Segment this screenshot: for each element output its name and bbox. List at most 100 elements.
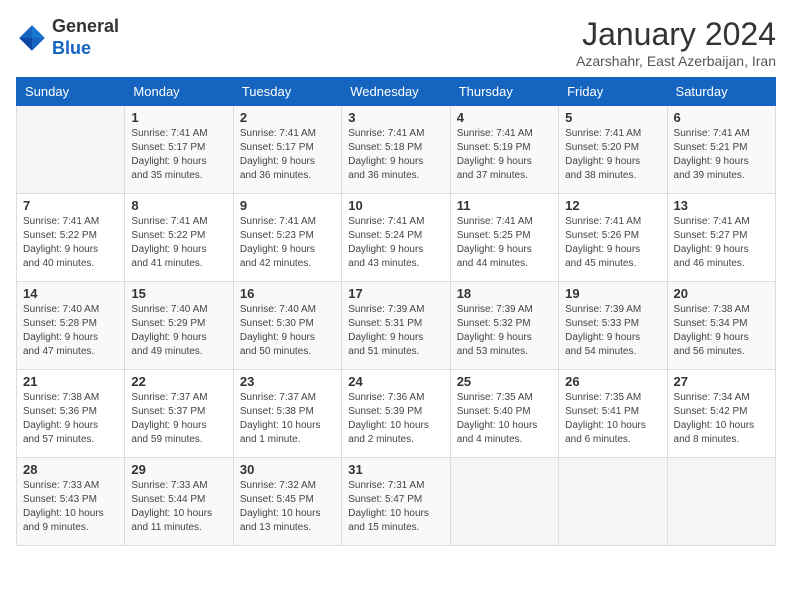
calendar-cell [17, 106, 125, 194]
calendar-cell: 6 Sunrise: 7:41 AMSunset: 5:21 PMDaylight… [667, 106, 775, 194]
calendar-cell [667, 458, 775, 546]
calendar-cell: 8 Sunrise: 7:41 AMSunset: 5:22 PMDaylight… [125, 194, 233, 282]
calendar-cell: 7 Sunrise: 7:41 AMSunset: 5:22 PMDaylight… [17, 194, 125, 282]
calendar-cell: 22 Sunrise: 7:37 AMSunset: 5:37 PMDayligh… [125, 370, 233, 458]
day-info: Sunrise: 7:41 AMSunset: 5:21 PMDaylight:… [674, 127, 769, 183]
day-info: Sunrise: 7:41 AMSunset: 5:23 PMDaylight:… [240, 215, 335, 271]
day-info: Sunrise: 7:40 AMSunset: 5:29 PMDaylight:… [131, 303, 226, 359]
day-info: Sunrise: 7:39 AMSunset: 5:33 PMDaylight:… [565, 303, 660, 359]
logo-icon [16, 22, 48, 54]
calendar-cell: 4 Sunrise: 7:41 AMSunset: 5:19 PMDaylight… [450, 106, 558, 194]
day-info: Sunrise: 7:41 AMSunset: 5:26 PMDaylight:… [565, 215, 660, 271]
day-info: Sunrise: 7:41 AMSunset: 5:22 PMDaylight:… [131, 215, 226, 271]
calendar-cell: 5 Sunrise: 7:41 AMSunset: 5:20 PMDaylight… [559, 106, 667, 194]
col-header-thursday: Thursday [450, 78, 558, 106]
calendar-cell: 3 Sunrise: 7:41 AMSunset: 5:18 PMDaylight… [342, 106, 450, 194]
day-info: Sunrise: 7:41 AMSunset: 5:22 PMDaylight:… [23, 215, 118, 271]
day-number: 5 [565, 110, 660, 125]
day-info: Sunrise: 7:37 AMSunset: 5:37 PMDaylight:… [131, 391, 226, 447]
day-info: Sunrise: 7:33 AMSunset: 5:44 PMDaylight:… [131, 479, 226, 535]
calendar-cell [559, 458, 667, 546]
col-header-monday: Monday [125, 78, 233, 106]
calendar-cell: 28 Sunrise: 7:33 AMSunset: 5:43 PMDayligh… [17, 458, 125, 546]
calendar-cell: 26 Sunrise: 7:35 AMSunset: 5:41 PMDayligh… [559, 370, 667, 458]
day-number: 2 [240, 110, 335, 125]
calendar-cell: 1Sunrise: 7:41 AMSunset: 5:17 PMDaylight… [125, 106, 233, 194]
calendar-cell: 25 Sunrise: 7:35 AMSunset: 5:40 PMDayligh… [450, 370, 558, 458]
calendar-cell: 9 Sunrise: 7:41 AMSunset: 5:23 PMDaylight… [233, 194, 341, 282]
day-number: 8 [131, 198, 226, 213]
day-number: 28 [23, 462, 118, 477]
day-number: 6 [674, 110, 769, 125]
day-info: Sunrise: 7:39 AMSunset: 5:32 PMDaylight:… [457, 303, 552, 359]
page-header: General Blue January 2024 Azarshahr, Eas… [16, 16, 776, 69]
day-number: 7 [23, 198, 118, 213]
day-info: Sunrise: 7:36 AMSunset: 5:39 PMDaylight:… [348, 391, 443, 447]
day-number: 1 [131, 110, 226, 125]
day-info: Sunrise: 7:41 AMSunset: 5:18 PMDaylight:… [348, 127, 443, 183]
day-info: Sunrise: 7:32 AMSunset: 5:45 PMDaylight:… [240, 479, 335, 535]
day-info: Sunrise: 7:40 AMSunset: 5:28 PMDaylight:… [23, 303, 118, 359]
day-number: 16 [240, 286, 335, 301]
day-number: 27 [674, 374, 769, 389]
calendar-cell: 18 Sunrise: 7:39 AMSunset: 5:32 PMDayligh… [450, 282, 558, 370]
day-number: 13 [674, 198, 769, 213]
day-info: Sunrise: 7:35 AMSunset: 5:40 PMDaylight:… [457, 391, 552, 447]
day-info: Sunrise: 7:41 AMSunset: 5:19 PMDaylight:… [457, 127, 552, 183]
day-number: 18 [457, 286, 552, 301]
day-number: 17 [348, 286, 443, 301]
day-info: Sunrise: 7:41 AMSunset: 5:17 PMDaylight:… [240, 127, 335, 183]
day-info: Sunrise: 7:41 AMSunset: 5:20 PMDaylight:… [565, 127, 660, 183]
calendar-cell: 13 Sunrise: 7:41 AMSunset: 5:27 PMDayligh… [667, 194, 775, 282]
calendar-cell: 17 Sunrise: 7:39 AMSunset: 5:31 PMDayligh… [342, 282, 450, 370]
day-number: 29 [131, 462, 226, 477]
day-number: 20 [674, 286, 769, 301]
calendar-cell: 21Sunrise: 7:38 AMSunset: 5:36 PMDayligh… [17, 370, 125, 458]
day-number: 3 [348, 110, 443, 125]
calendar-cell: 30Sunrise: 7:32 AMSunset: 5:45 PMDayligh… [233, 458, 341, 546]
calendar-cell: 31Sunrise: 7:31 AMSunset: 5:47 PMDayligh… [342, 458, 450, 546]
col-header-tuesday: Tuesday [233, 78, 341, 106]
calendar-cell: 29 Sunrise: 7:33 AMSunset: 5:44 PMDayligh… [125, 458, 233, 546]
day-number: 4 [457, 110, 552, 125]
day-number: 25 [457, 374, 552, 389]
calendar-cell: 24 Sunrise: 7:36 AMSunset: 5:39 PMDayligh… [342, 370, 450, 458]
day-info: Sunrise: 7:31 AMSunset: 5:47 PMDaylight:… [348, 479, 443, 535]
day-info: Sunrise: 7:35 AMSunset: 5:41 PMDaylight:… [565, 391, 660, 447]
location-subtitle: Azarshahr, East Azerbaijan, Iran [576, 53, 776, 69]
col-header-saturday: Saturday [667, 78, 775, 106]
day-info: Sunrise: 7:41 AMSunset: 5:25 PMDaylight:… [457, 215, 552, 271]
day-info: Sunrise: 7:39 AMSunset: 5:31 PMDaylight:… [348, 303, 443, 359]
col-header-sunday: Sunday [17, 78, 125, 106]
day-info: Sunrise: 7:41 AMSunset: 5:27 PMDaylight:… [674, 215, 769, 271]
day-info: Sunrise: 7:34 AMSunset: 5:42 PMDaylight:… [674, 391, 769, 447]
day-number: 26 [565, 374, 660, 389]
calendar-cell [450, 458, 558, 546]
day-number: 23 [240, 374, 335, 389]
day-number: 24 [348, 374, 443, 389]
logo-text: General Blue [52, 16, 119, 59]
day-number: 22 [131, 374, 226, 389]
day-info: Sunrise: 7:38 AMSunset: 5:36 PMDaylight:… [23, 391, 118, 447]
day-info: Sunrise: 7:33 AMSunset: 5:43 PMDaylight:… [23, 479, 118, 535]
calendar-cell: 19 Sunrise: 7:39 AMSunset: 5:33 PMDayligh… [559, 282, 667, 370]
day-number: 15 [131, 286, 226, 301]
calendar-cell: 10Sunrise: 7:41 AMSunset: 5:24 PMDayligh… [342, 194, 450, 282]
calendar-cell: 14Sunrise: 7:40 AMSunset: 5:28 PMDayligh… [17, 282, 125, 370]
col-header-wednesday: Wednesday [342, 78, 450, 106]
calendar-cell: 11Sunrise: 7:41 AMSunset: 5:25 PMDayligh… [450, 194, 558, 282]
day-number: 19 [565, 286, 660, 301]
calendar-cell: 15 Sunrise: 7:40 AMSunset: 5:29 PMDayligh… [125, 282, 233, 370]
month-title: January 2024 [576, 16, 776, 53]
calendar-table: SundayMondayTuesdayWednesdayThursdayFrid… [16, 77, 776, 546]
calendar-cell: 27 Sunrise: 7:34 AMSunset: 5:42 PMDayligh… [667, 370, 775, 458]
day-number: 12 [565, 198, 660, 213]
col-header-friday: Friday [559, 78, 667, 106]
day-info: Sunrise: 7:40 AMSunset: 5:30 PMDaylight:… [240, 303, 335, 359]
calendar-cell: 2 Sunrise: 7:41 AMSunset: 5:17 PMDaylight… [233, 106, 341, 194]
calendar-cell: 12 Sunrise: 7:41 AMSunset: 5:26 PMDayligh… [559, 194, 667, 282]
title-block: January 2024 Azarshahr, East Azerbaijan,… [576, 16, 776, 69]
day-number: 9 [240, 198, 335, 213]
day-info: Sunrise: 7:41 AMSunset: 5:24 PMDaylight:… [348, 215, 443, 271]
calendar-cell: 16 Sunrise: 7:40 AMSunset: 5:30 PMDayligh… [233, 282, 341, 370]
